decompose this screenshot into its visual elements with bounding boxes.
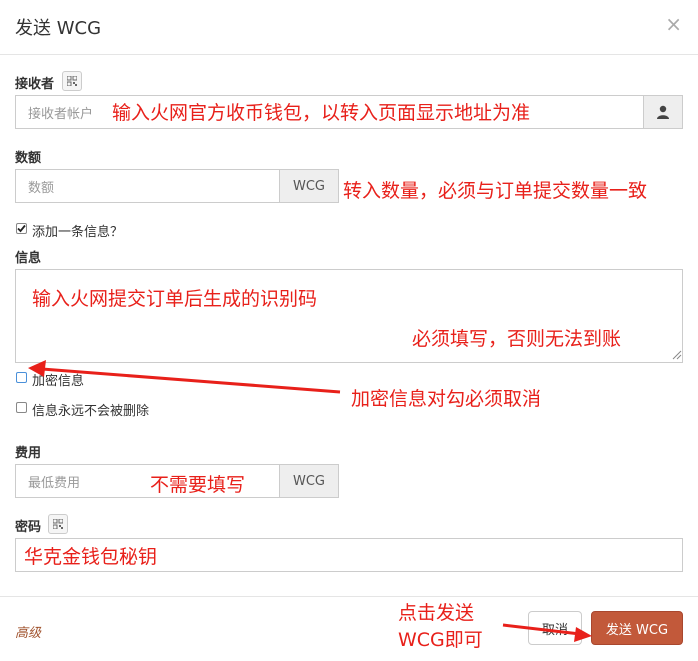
cancel-button[interactable]: 取消 xyxy=(528,611,582,645)
encrypt-message-checkbox[interactable] xyxy=(16,372,27,383)
never-delete-label: 信息永远不会被删除 xyxy=(32,404,150,419)
annotation-encrypt: 加密信息对勾必须取消 xyxy=(351,388,542,410)
annotation-fee: 不需要填写 xyxy=(150,474,246,496)
annotation-recipient: 输入火网官方收币钱包，以转入页面显示地址为准 xyxy=(112,102,531,124)
resize-handle-icon[interactable] xyxy=(672,350,682,360)
send-button[interactable]: 发送 WCG xyxy=(591,611,683,645)
amount-input[interactable]: 数额 xyxy=(15,169,280,203)
add-message-checkbox[interactable] xyxy=(16,223,27,234)
fee-unit: WCG xyxy=(279,464,339,498)
amount-unit: WCG xyxy=(279,169,339,203)
dialog-title: 发送 WCG xyxy=(15,18,102,39)
annotation-send-line2: WCG即可 xyxy=(398,629,483,651)
annotation-password: 华克金钱包秘钥 xyxy=(24,546,158,568)
qr-code-icon[interactable] xyxy=(48,514,68,534)
annotation-amount: 转入数量，必须与订单提交数量一致 xyxy=(343,180,648,202)
recipient-label: 接收者 xyxy=(15,77,55,92)
user-icon xyxy=(657,105,669,119)
advanced-link[interactable]: 高级 xyxy=(15,622,41,641)
encrypt-message-label: 加密信息 xyxy=(32,374,85,389)
annotation-send-line1: 点击发送 xyxy=(398,602,475,624)
annotation-message-line2: 必须填写，否则无法到账 xyxy=(412,328,622,350)
fee-label: 费用 xyxy=(15,446,42,461)
amount-placeholder: 数额 xyxy=(28,180,55,196)
fee-placeholder: 最低费用 xyxy=(28,475,81,491)
message-label: 信息 xyxy=(15,251,42,266)
recipient-placeholder: 接收者帐户 xyxy=(28,106,94,122)
amount-label: 数额 xyxy=(15,151,42,166)
annotation-message-line1: 输入火网提交订单后生成的识别码 xyxy=(32,288,318,310)
contacts-button[interactable] xyxy=(643,95,683,129)
qr-code-icon[interactable] xyxy=(62,71,82,91)
arrow-to-encrypt-checkbox xyxy=(41,367,341,394)
add-message-label: 添加一条信息？ xyxy=(32,225,124,240)
password-label: 密码 xyxy=(15,520,42,535)
never-delete-checkbox[interactable] xyxy=(16,402,27,413)
dialog-header: 发送 WCG × xyxy=(0,0,698,55)
close-icon[interactable]: × xyxy=(665,12,682,36)
